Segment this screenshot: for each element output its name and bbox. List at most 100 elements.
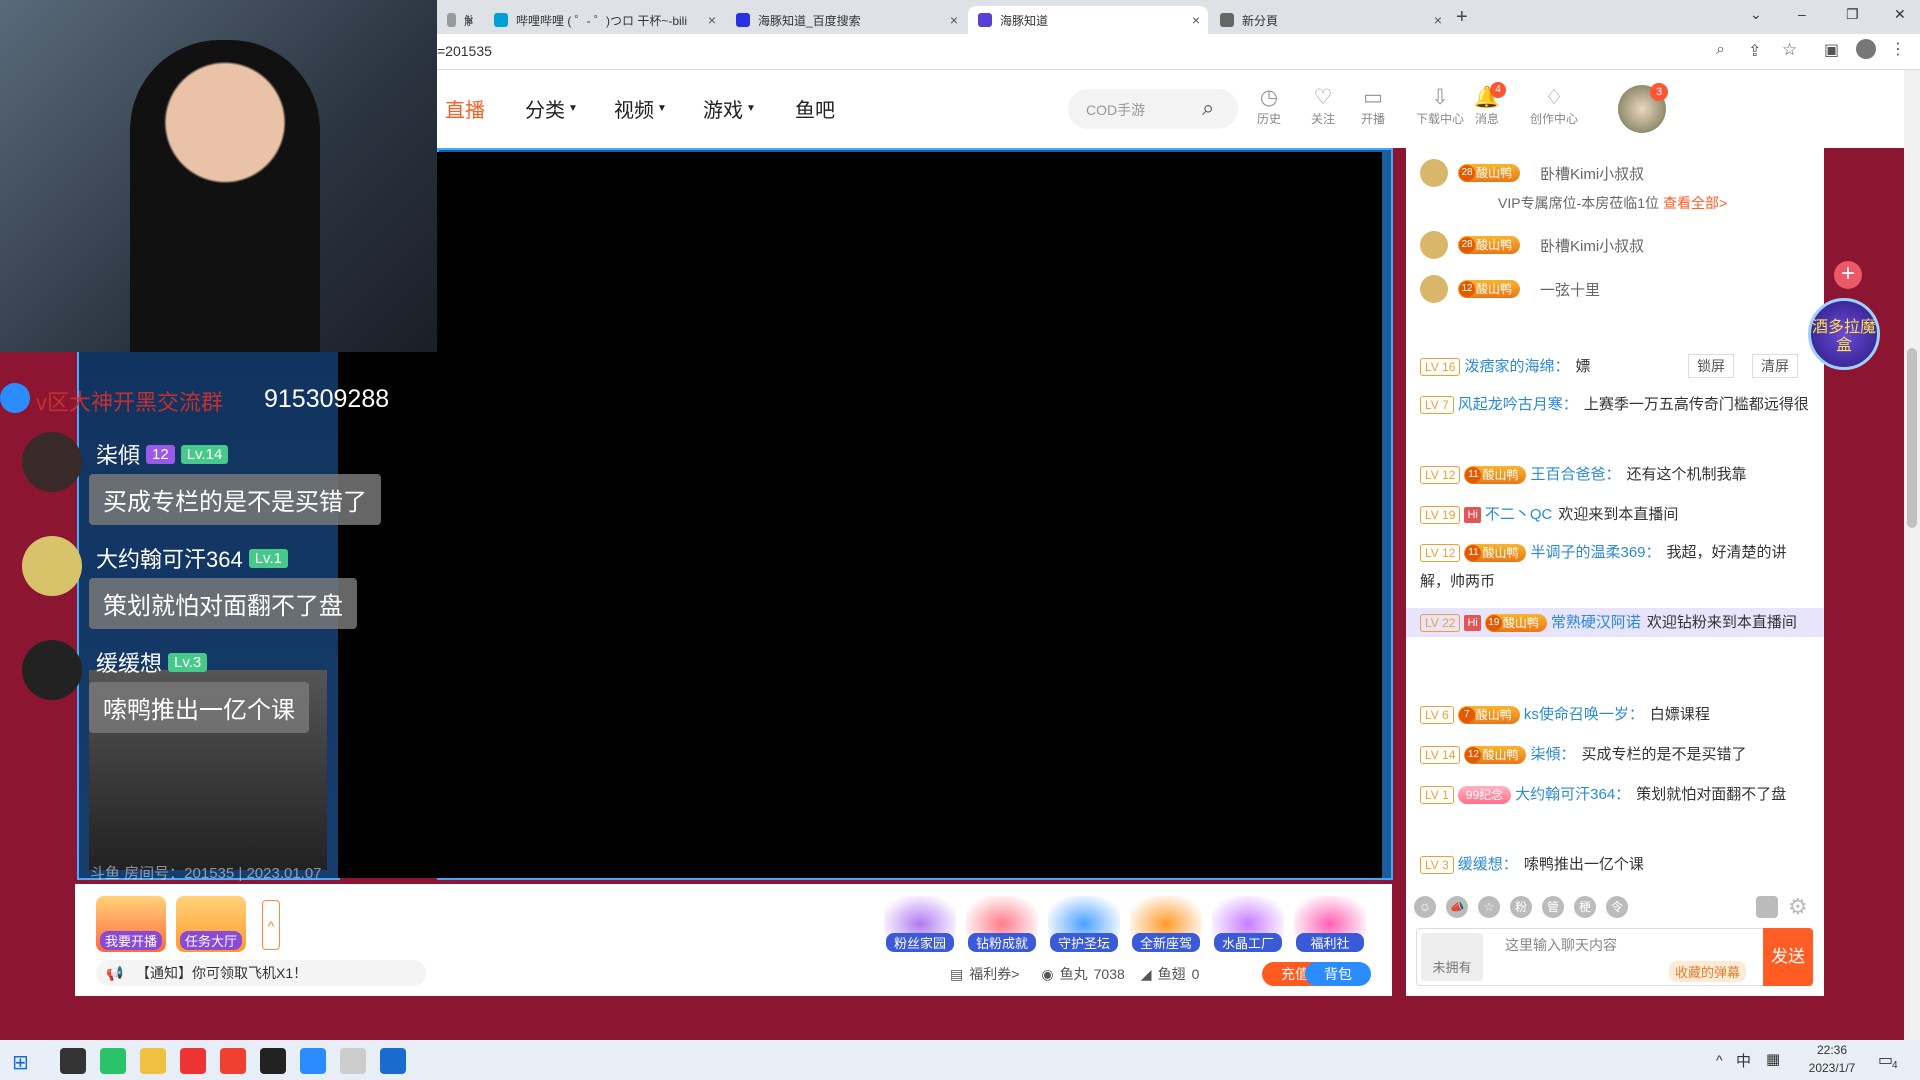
browser-tab[interactable]: 哔哩哔哩 ( ゜- ゜)つロ 干杯~-bili ×: [484, 6, 724, 34]
window-control[interactable]: –: [1798, 6, 1806, 22]
zoom-icon[interactable]: ⌕: [1716, 41, 1725, 59]
send-button[interactable]: 发送: [1763, 928, 1813, 986]
share-icon[interactable]: ⇪: [1748, 41, 1761, 61]
chat-message[interactable]: LV 6 7 酸山鸭 ks使命召唤一岁： 白嫖课程: [1420, 700, 1815, 729]
header-clock-button[interactable]: ◷ 历史: [1246, 86, 1292, 127]
taskbar-app-icon[interactable]: [100, 1048, 126, 1074]
clock-date[interactable]: 2023/1/7: [1800, 1061, 1864, 1075]
vip-more-link[interactable]: 查看全部>: [1663, 195, 1727, 211]
nav-item[interactable]: 分类 ▼: [525, 94, 578, 123]
header-download-button[interactable]: ⇩ 下载中心: [1408, 86, 1472, 127]
taskbar-app-icon[interactable]: [140, 1048, 166, 1074]
window-control[interactable]: ❐: [1846, 6, 1859, 23]
gift-button[interactable]: 钻粉成就: [966, 896, 1038, 952]
menu-icon[interactable]: ⋮: [1890, 39, 1906, 59]
notice-bar[interactable]: 📢 【通知】你可领取飞机X1！: [96, 960, 426, 986]
browser-tab[interactable]: 新分頁 ×: [1210, 6, 1450, 34]
bottom-left-button[interactable]: 我要开播: [96, 896, 166, 952]
chat-tool-icon[interactable]: 管: [1542, 896, 1564, 918]
taskbar-app-icon[interactable]: [220, 1048, 246, 1074]
chat-message[interactable]: LV 12 11 酸山鸭 半调子的温柔369： 我超，好清楚的讲解，帅两币: [1420, 538, 1815, 596]
nav-item[interactable]: 视频 ▼: [614, 94, 667, 123]
chat-message[interactable]: LV 7 风起龙吟古月寒： 上赛季一万五高传奇门槛都远得很: [1420, 390, 1815, 419]
browser-tab[interactable]: 解 ×: [437, 6, 482, 34]
search-box[interactable]: COD手游 ⌕: [1068, 89, 1238, 129]
taskbar-app-icon[interactable]: [60, 1048, 86, 1074]
danmaku-text: 策划就怕对面翻不了盘: [89, 578, 357, 629]
ime-indicator[interactable]: 中: [1736, 1050, 1751, 1071]
taskbar-app-icon[interactable]: [300, 1048, 326, 1074]
chat-message[interactable]: LV 12 11 酸山鸭 王百合爸爸： 还有这个机制我靠: [1420, 460, 1815, 489]
browser-tab[interactable]: 海豚知道 ×: [968, 6, 1208, 34]
backpack-button[interactable]: 背包: [1305, 962, 1371, 986]
clock-time[interactable]: 22:36: [1802, 1043, 1862, 1057]
window-control[interactable]: ✕: [1894, 6, 1906, 23]
scrollbar-thumb[interactable]: [1907, 348, 1917, 528]
gift-button[interactable]: 福利社: [1294, 896, 1366, 952]
notification-count: 4: [1892, 1060, 1898, 1071]
chat-tool-icon[interactable]: 梗: [1574, 896, 1596, 918]
side-promo[interactable]: 酒多拉魔盒: [1808, 298, 1880, 370]
add-icon[interactable]: +: [1834, 261, 1862, 289]
chat-message[interactable]: LV 1 99纪念 大约翰可汗364： 策划就怕对面翻不了盘: [1420, 780, 1815, 809]
bottom-left-label: 任务大厅: [180, 931, 242, 950]
chat-message[interactable]: LV 19 Hi 不二丶QC 欢迎来到本直播间: [1420, 500, 1815, 529]
gift-button[interactable]: 全新座驾: [1130, 896, 1202, 952]
chat-tool-icon[interactable]: 令: [1606, 896, 1628, 918]
nav-item[interactable]: 鱼吧: [795, 94, 835, 123]
search-icon[interactable]: ⌕: [1202, 95, 1214, 121]
taskbar-app-icon[interactable]: [260, 1048, 286, 1074]
gift-button[interactable]: 粉丝家园: [884, 896, 956, 952]
nav-item[interactable]: 直播: [445, 94, 485, 123]
chat-message[interactable]: LV 22 Hi 19 酸山鸭 常熟硬汉阿诺 欢迎钻粉来到本直播间: [1406, 608, 1824, 637]
chat-setting-icon[interactable]: [1756, 896, 1778, 918]
search-input[interactable]: COD手游: [1086, 100, 1145, 120]
chat-tool-icon[interactable]: 📣: [1446, 896, 1468, 918]
tab-close-icon[interactable]: ×: [1192, 12, 1200, 28]
chat-message[interactable]: LV 16 泼痞家的海绵： 嫖: [1420, 352, 1815, 381]
tab-close-icon[interactable]: ×: [1434, 12, 1442, 28]
bottom-left-button[interactable]: 任务大厅: [176, 896, 246, 952]
coupon-link[interactable]: 福利券>: [969, 964, 1019, 984]
tab-close-icon[interactable]: ×: [466, 12, 474, 28]
page-scrollbar[interactable]: [1904, 70, 1920, 1040]
collect-danmaku-button[interactable]: 收藏的弹幕: [1669, 961, 1747, 982]
vip-row[interactable]: 28 酸山鸭 卧槽Kimi小叔叔: [1420, 158, 1644, 188]
header-camera-button[interactable]: ▭ 开播: [1350, 86, 1396, 127]
star-icon[interactable]: ☆: [1782, 40, 1797, 60]
address-text[interactable]: =201535: [437, 43, 492, 59]
taskbar-app-icon[interactable]: [180, 1048, 206, 1074]
chat-message[interactable]: LV 3 缓缓想： 嗦鸭推出一亿个课: [1420, 850, 1815, 879]
header-bell-button[interactable]: 🔔 消息 4: [1464, 82, 1510, 127]
taskbar-app-icon[interactable]: [380, 1048, 406, 1074]
header-bulb-button[interactable]: ♢ 创作中心: [1522, 86, 1586, 127]
vip-row[interactable]: 28 酸山鸭 卧槽Kimi小叔叔: [1420, 230, 1644, 260]
keyboard-icon[interactable]: ▦: [1766, 1050, 1780, 1068]
chat-input-box[interactable]: 未拥有 这里输入聊天内容 收藏的弹幕: [1416, 928, 1812, 986]
start-icon[interactable]: ⊞: [12, 1050, 29, 1075]
chat-input[interactable]: 这里输入聊天内容: [1505, 935, 1617, 955]
gift-button[interactable]: 守护圣坛: [1048, 896, 1120, 952]
fan-badge-name: 酸山鸭: [1482, 546, 1519, 561]
gift-button[interactable]: 水晶工厂: [1212, 896, 1284, 952]
vip-row[interactable]: 12 酸山鸭 一弦十里: [1420, 274, 1600, 304]
chat-message[interactable]: LV 14 12 酸山鸭 柒傾： 买成专栏的是不是买错了: [1420, 740, 1815, 769]
chat-tool-icon[interactable]: 粉: [1510, 896, 1532, 918]
taskbar-app-icon[interactable]: [340, 1048, 366, 1074]
video-area[interactable]: [338, 152, 1382, 878]
nav-item[interactable]: 游戏 ▼: [703, 94, 756, 123]
tab-close-icon[interactable]: ×: [708, 12, 716, 28]
notification-icon[interactable]: ▭: [1878, 1050, 1893, 1070]
header-heart-button[interactable]: ♡ 关注: [1300, 86, 1346, 127]
expand-button[interactable]: ^: [262, 900, 280, 950]
new-tab-button[interactable]: +: [1456, 6, 1468, 29]
browser-tab[interactable]: 海豚知道_百度搜索 ×: [726, 6, 966, 34]
tray-up-icon[interactable]: ^: [1716, 1052, 1723, 1068]
profile-icon[interactable]: [1856, 39, 1876, 59]
gear-icon[interactable]: ⚙: [1788, 896, 1808, 918]
chat-tool-icon[interactable]: ☺: [1414, 896, 1436, 918]
sidepanel-icon[interactable]: ▣: [1824, 40, 1839, 60]
window-control[interactable]: ⌄: [1750, 6, 1762, 23]
tab-close-icon[interactable]: ×: [950, 12, 958, 28]
chat-tool-icon[interactable]: ☆: [1478, 896, 1500, 918]
